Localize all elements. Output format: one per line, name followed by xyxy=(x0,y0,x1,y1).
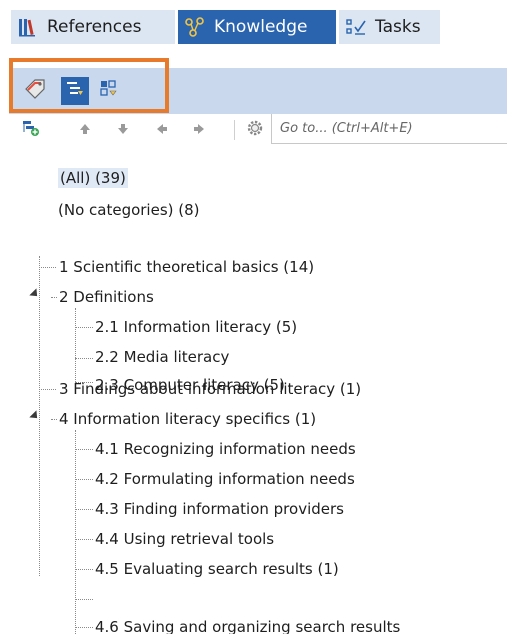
tree-node[interactable]: 3 Findings about information literacy (1… xyxy=(59,379,361,399)
tree-node[interactable]: 4.2 Formulating information needs xyxy=(95,469,355,489)
tree-connector xyxy=(51,419,57,420)
category-tree: (All) (39) (No categories) (8) 1 Scienti… xyxy=(9,146,507,634)
toolbar-highlight-frame xyxy=(9,58,169,113)
tree-node[interactable]: 4 Information literacy specifics (1) xyxy=(59,409,316,429)
tab-tasks[interactable]: Tasks xyxy=(339,10,440,44)
tab-knowledge[interactable]: Knowledge xyxy=(178,10,336,44)
tasks-icon xyxy=(345,16,367,38)
tree-node[interactable]: 4.1 Recognizing information needs xyxy=(95,439,356,459)
toolbar-separator xyxy=(234,120,235,140)
category-nav-bar xyxy=(9,114,507,147)
move-up-icon xyxy=(78,121,92,140)
tree-connector xyxy=(75,539,93,540)
tree-connector xyxy=(75,327,93,328)
move-right-icon xyxy=(192,121,206,140)
tree-connector xyxy=(75,358,93,359)
add-category-icon xyxy=(22,119,40,141)
tree-node[interactable]: 2 Definitions xyxy=(59,287,154,307)
tree-node[interactable]: 2.2 Media literacy xyxy=(95,347,229,367)
tab-label: Knowledge xyxy=(214,17,308,37)
move-up-button[interactable] xyxy=(75,120,95,140)
tree-connector xyxy=(75,599,93,600)
tree-connector xyxy=(39,267,56,268)
tree-node[interactable]: 1 Scientific theoretical basics (14) xyxy=(59,257,314,277)
move-down-button[interactable] xyxy=(113,120,133,140)
tree-connector xyxy=(75,627,93,628)
settings-gear-icon xyxy=(246,119,264,141)
tree-connector xyxy=(75,479,93,480)
move-down-icon xyxy=(116,121,130,140)
settings-button[interactable] xyxy=(245,120,265,140)
move-left-button[interactable] xyxy=(152,120,172,140)
tab-references[interactable]: References xyxy=(11,10,175,44)
move-left-icon xyxy=(155,121,169,140)
tree-connector xyxy=(75,308,76,382)
tree-node[interactable]: 4.6 Saving and organizing search results xyxy=(95,617,400,634)
tree-connector xyxy=(75,430,76,634)
tree-node-all[interactable]: (All) (39) xyxy=(58,168,128,188)
goto-search-box[interactable] xyxy=(271,114,507,144)
tree-connector xyxy=(39,389,56,390)
move-right-button[interactable] xyxy=(189,120,209,140)
references-icon xyxy=(17,16,39,38)
tab-label: Tasks xyxy=(375,17,421,37)
tree-connector xyxy=(75,569,93,570)
top-tab-bar: References Knowledge Tasks xyxy=(0,0,507,60)
tree-node[interactable]: 4.4 Using retrieval tools xyxy=(95,529,274,549)
tab-label: References xyxy=(47,17,142,37)
tree-connector xyxy=(75,509,93,510)
knowledge-icon xyxy=(184,16,206,38)
tree-connector xyxy=(51,297,57,298)
tree-connector xyxy=(75,449,93,450)
tree-node-no-categories[interactable]: (No categories) (8) xyxy=(58,200,200,220)
goto-input[interactable] xyxy=(278,120,502,137)
tree-node[interactable]: 4.3 Finding information providers xyxy=(95,499,344,519)
tree-node[interactable]: 4.5 Evaluating search results (1) xyxy=(95,559,339,579)
add-category-button[interactable] xyxy=(21,120,41,140)
tree-node[interactable]: 2.1 Information literacy (5) xyxy=(95,317,297,337)
